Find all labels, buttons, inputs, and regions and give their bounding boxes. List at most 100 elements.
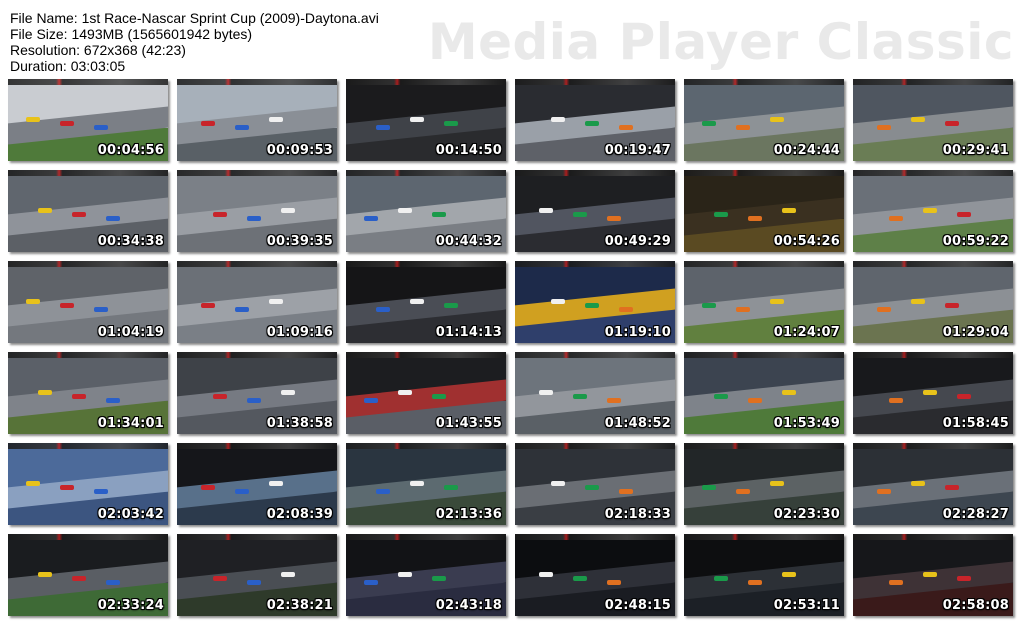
car-shape <box>38 572 52 577</box>
thumbnail-timestamp: 02:33:24 <box>97 598 164 613</box>
car-shape <box>911 299 925 304</box>
car-shape <box>585 121 599 126</box>
car-shape <box>398 208 412 213</box>
car-shape <box>770 299 784 304</box>
thumbnail[interactable]: 00:24:44 <box>684 79 844 161</box>
car-shape <box>376 125 390 130</box>
car-shape <box>72 394 86 399</box>
thumbnail[interactable]: 00:54:26 <box>684 170 844 252</box>
car-shape <box>201 303 215 308</box>
broadcast-ticker <box>177 79 337 85</box>
car-shape <box>957 576 971 581</box>
thumbnail[interactable]: 00:59:22 <box>853 170 1013 252</box>
broadcast-ticker <box>853 443 1013 449</box>
car-shape <box>585 485 599 490</box>
thumbnail[interactable]: 00:04:56 <box>8 79 168 161</box>
car-shape <box>376 489 390 494</box>
car-shape <box>736 307 750 312</box>
car-shape <box>714 212 728 217</box>
thumbnail[interactable]: 01:09:16 <box>177 261 337 343</box>
thumbnail[interactable]: 01:24:07 <box>684 261 844 343</box>
thumbnail[interactable]: 01:29:04 <box>853 261 1013 343</box>
car-shape <box>714 394 728 399</box>
thumbnail[interactable]: 01:43:55 <box>346 352 506 434</box>
thumbnail[interactable]: 02:43:18 <box>346 534 506 616</box>
car-shape <box>923 572 937 577</box>
car-shape <box>782 572 796 577</box>
thumbnail[interactable]: 02:33:24 <box>8 534 168 616</box>
thumbnail[interactable]: 02:58:08 <box>853 534 1013 616</box>
car-shape <box>269 481 283 486</box>
thumbnail-timestamp: 02:43:18 <box>435 598 502 613</box>
car-shape <box>247 216 261 221</box>
broadcast-ticker <box>177 170 337 176</box>
car-shape <box>714 576 728 581</box>
thumbnail[interactable]: 02:53:11 <box>684 534 844 616</box>
thumbnail[interactable]: 02:03:42 <box>8 443 168 525</box>
car-shape <box>60 485 74 490</box>
thumbnail[interactable]: 00:14:50 <box>346 79 506 161</box>
car-shape <box>619 307 633 312</box>
thumbnail[interactable]: 02:18:33 <box>515 443 675 525</box>
thumbnail[interactable]: 01:53:49 <box>684 352 844 434</box>
car-shape <box>410 299 424 304</box>
thumbnail[interactable]: 01:14:13 <box>346 261 506 343</box>
broadcast-ticker <box>684 261 844 267</box>
thumbnail[interactable]: 01:34:01 <box>8 352 168 434</box>
car-shape <box>911 481 925 486</box>
car-shape <box>619 125 633 130</box>
car-shape <box>106 398 120 403</box>
broadcast-ticker <box>684 170 844 176</box>
broadcast-ticker <box>8 170 168 176</box>
car-shape <box>957 212 971 217</box>
broadcast-ticker <box>346 352 506 358</box>
broadcast-ticker <box>346 170 506 176</box>
broadcast-ticker <box>853 79 1013 85</box>
broadcast-ticker <box>515 170 675 176</box>
thumbnail[interactable]: 01:58:45 <box>853 352 1013 434</box>
thumbnail[interactable]: 00:34:38 <box>8 170 168 252</box>
car-shape <box>410 117 424 122</box>
car-shape <box>106 216 120 221</box>
broadcast-ticker <box>515 261 675 267</box>
thumbnail[interactable]: 00:09:53 <box>177 79 337 161</box>
car-shape <box>889 216 903 221</box>
thumbnail[interactable]: 02:08:39 <box>177 443 337 525</box>
car-shape <box>551 481 565 486</box>
car-shape <box>748 398 762 403</box>
file-name: File Name: 1st Race-Nascar Sprint Cup (2… <box>10 10 379 26</box>
thumbnail[interactable]: 01:38:58 <box>177 352 337 434</box>
thumbnail[interactable]: 01:19:10 <box>515 261 675 343</box>
broadcast-ticker <box>177 261 337 267</box>
thumbnail[interactable]: 02:38:21 <box>177 534 337 616</box>
thumbnail[interactable]: 02:28:27 <box>853 443 1013 525</box>
car-shape <box>60 121 74 126</box>
broadcast-ticker <box>853 170 1013 176</box>
thumbnail[interactable]: 00:39:35 <box>177 170 337 252</box>
thumbnail[interactable]: 02:23:30 <box>684 443 844 525</box>
resolution: Resolution: 672x368 (42:23) <box>10 42 186 58</box>
broadcast-ticker <box>346 534 506 540</box>
thumbnail[interactable]: 00:44:32 <box>346 170 506 252</box>
car-shape <box>432 394 446 399</box>
car-shape <box>770 481 784 486</box>
thumbnail[interactable]: 01:48:52 <box>515 352 675 434</box>
car-shape <box>945 303 959 308</box>
thumbnail-timestamp: 02:53:11 <box>773 598 840 613</box>
thumbnail[interactable]: 00:19:47 <box>515 79 675 161</box>
broadcast-ticker <box>346 443 506 449</box>
thumbnail[interactable]: 01:04:19 <box>8 261 168 343</box>
thumbnail-timestamp: 01:14:13 <box>435 325 502 340</box>
car-shape <box>702 303 716 308</box>
car-shape <box>607 398 621 403</box>
car-shape <box>235 489 249 494</box>
thumbnail[interactable]: 00:49:29 <box>515 170 675 252</box>
car-shape <box>539 208 553 213</box>
broadcast-ticker <box>853 261 1013 267</box>
car-shape <box>72 212 86 217</box>
car-shape <box>94 489 108 494</box>
thumbnail[interactable]: 00:29:41 <box>853 79 1013 161</box>
car-shape <box>26 299 40 304</box>
thumbnail[interactable]: 02:48:15 <box>515 534 675 616</box>
thumbnail[interactable]: 02:13:36 <box>346 443 506 525</box>
